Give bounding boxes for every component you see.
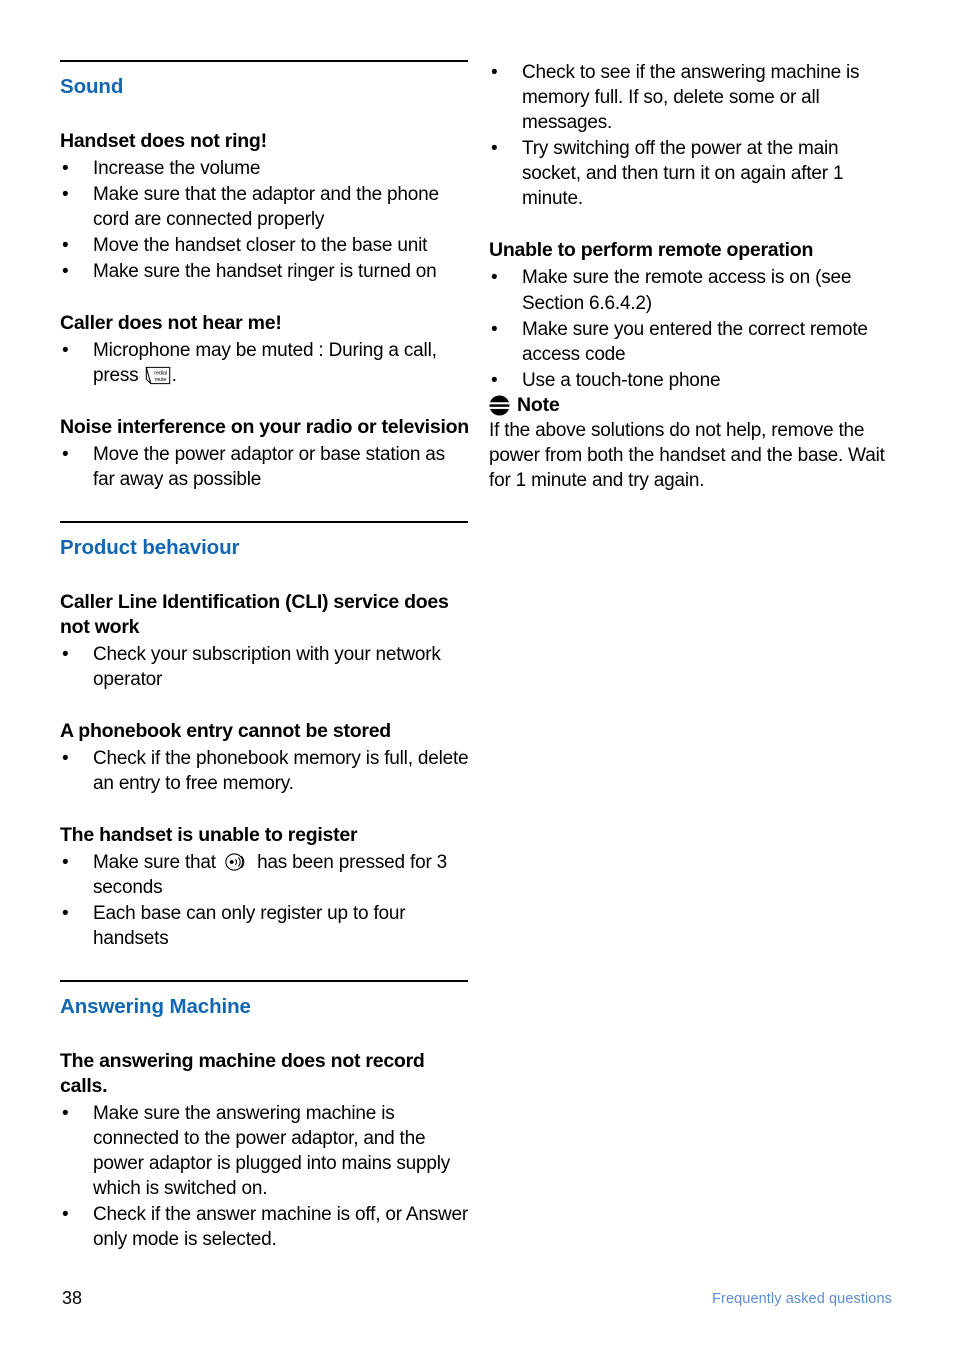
bullet-list-caller-does-not-hear-me: • Microphone may be muted : During a cal… (60, 338, 470, 388)
bullet-dot-icon: • (62, 183, 69, 205)
list-item-text: Move the power adaptor or base station a… (93, 443, 445, 491)
list-item: • Each base can only register up to four… (60, 901, 470, 951)
list-item-text: Use a touch-tone phone (522, 369, 721, 391)
note-label: Note (517, 393, 560, 416)
list-item: • Try switching off the power at the mai… (489, 136, 899, 211)
list-item: • Microphone may be muted : During a cal… (60, 338, 470, 388)
section-divider-rule (60, 980, 468, 983)
left-column: Sound Handset does not ring! • Increase … (60, 60, 470, 1253)
subheading-unable-to-perform-remote-operation: Unable to perform remote operation (489, 239, 814, 262)
list-item: • Check to see if the answering machine … (489, 60, 899, 135)
list-item: • Make sure the answering machine is con… (60, 1101, 470, 1201)
list-item-text: Make sure the answering machine is conne… (93, 1102, 451, 1199)
bullet-list-noise-interference: • Move the power adaptor or base station… (60, 442, 470, 492)
bullet-dot-icon: • (62, 157, 69, 179)
list-item-text: Make sure that the adaptor and the phone… (93, 183, 439, 230)
bullet-dot-icon: • (62, 1203, 69, 1225)
list-item: • Check your subscription with your netw… (60, 642, 470, 692)
subheading-handset-does-not-ring: Handset does not ring! (60, 129, 267, 152)
note-heading: Note (489, 394, 899, 417)
paging-key-icon (224, 852, 249, 872)
bullet-dot-icon: • (62, 643, 69, 665)
section-divider-rule (60, 521, 468, 524)
bullet-dot-icon: • (62, 234, 69, 256)
subheading-handset-unable-to-register: The handset is unable to register (60, 823, 358, 846)
bullet-dot-icon: • (62, 443, 69, 465)
list-item: • Make sure that the adaptor and the pho… (60, 182, 470, 232)
svg-text:mute: mute (154, 377, 166, 383)
list-item: • Move the power adaptor or base station… (60, 442, 470, 492)
list-item-text: Try switching off the power at the main … (522, 138, 844, 210)
document-page: Sound Handset does not ring! • Increase … (0, 0, 954, 1349)
section-heading-product-behaviour: Product behaviour (60, 536, 240, 560)
list-item: • Move the handset closer to the base un… (60, 233, 470, 258)
list-item-text: Check if the answer machine is off, or A… (93, 1203, 469, 1250)
list-item: • Check if the phonebook memory is full,… (60, 746, 470, 796)
subheading-answering-machine-does-not-record: The answering machine does not record ca… (60, 1049, 425, 1097)
subheading-cli-service-does-not-work: Caller Line Identification (CLI) service… (60, 590, 449, 638)
bullet-dot-icon: • (491, 369, 498, 391)
right-column: • Check to see if the answering machine … (489, 60, 899, 494)
list-item: • Make sure the remote access is on (see… (489, 265, 899, 315)
list-item: • Make sure that has been pressed for 3 … (60, 850, 470, 900)
list-item: • Make sure you entered the correct remo… (489, 317, 899, 367)
redial-mute-key-icon: redial mute (145, 366, 171, 385)
section-divider-rule (60, 60, 468, 62)
list-item: • Use a touch-tone phone (489, 368, 899, 393)
page-footer: 38 Frequently asked questions (0, 1288, 954, 1314)
bullet-dot-icon: • (62, 1102, 69, 1124)
list-item-text: Increase the volume (93, 157, 261, 179)
svg-text:redial: redial (154, 370, 167, 376)
bullet-list-answering-machine-record: • Make sure the answering machine is con… (60, 1101, 470, 1252)
list-item-text-after: . (171, 364, 177, 386)
section-product-behaviour: Product behaviour Caller Line Identifica… (60, 521, 470, 951)
list-item: • Increase the volume (60, 156, 470, 181)
list-item-text-before: Make sure that (93, 851, 216, 873)
bullet-dot-icon: • (62, 902, 69, 924)
bullet-dot-icon: • (491, 267, 498, 289)
section-heading-sound: Sound (60, 75, 124, 98)
bullet-list-continued-answering-machine: • Check to see if the answering machine … (489, 60, 899, 211)
bullet-dot-icon: • (62, 851, 69, 873)
bullet-list-phonebook-entry: • Check if the phonebook memory is full,… (60, 746, 470, 796)
list-item-text: Each base can only register up to four h… (93, 902, 406, 950)
footer-page-number: 38 (62, 1288, 83, 1308)
section-answering-machine: Answering Machine The answering machine … (60, 980, 470, 1252)
bullet-dot-icon: • (62, 339, 69, 361)
list-item-text: Make sure you entered the correct remote… (522, 318, 868, 365)
list-item-text: Check your subscription with your networ… (93, 643, 441, 690)
note-body-text: If the above solutions do not help, remo… (489, 419, 885, 492)
bullet-list-remote-operation: • Make sure the remote access is on (see… (489, 265, 899, 392)
footer-chapter-label: Frequently asked questions (712, 1291, 892, 1307)
subheading-caller-does-not-hear-me: Caller does not hear me! (60, 311, 282, 334)
list-item-text: Make sure the handset ringer is turned o… (93, 260, 437, 282)
bullet-dot-icon: • (491, 318, 498, 340)
bullet-list-cli-service: • Check your subscription with your netw… (60, 642, 470, 692)
subheading-phonebook-entry-cannot-be-stored: A phonebook entry cannot be stored (60, 719, 391, 742)
list-item: • Make sure the handset ringer is turned… (60, 259, 470, 284)
list-item-text: Move the handset closer to the base unit (93, 234, 428, 256)
subheading-noise-interference: Noise interference on your radio or tele… (60, 416, 469, 438)
note-body: If the above solutions do not help, remo… (489, 418, 899, 494)
bullet-dot-icon: • (491, 138, 498, 160)
bullet-list-handset-unable-to-register: • Make sure that has been pressed for 3 … (60, 850, 470, 951)
list-item-text: Check if the phonebook memory is full, d… (93, 747, 469, 794)
note-icon (489, 395, 510, 416)
bullet-dot-icon: • (62, 747, 69, 769)
section-sound: Sound Handset does not ring! • Increase … (60, 60, 470, 492)
bullet-dot-icon: • (491, 62, 498, 83)
list-item-text: Check to see if the answering machine is… (522, 62, 860, 134)
bullet-list-handset-does-not-ring: • Increase the volume • Make sure that t… (60, 156, 470, 284)
bullet-dot-icon: • (62, 260, 69, 282)
list-item: • Check if the answer machine is off, or… (60, 1202, 470, 1252)
section-heading-answering-machine: Answering Machine (60, 995, 251, 1019)
list-item-text: Make sure the remote access is on (see S… (522, 267, 852, 314)
